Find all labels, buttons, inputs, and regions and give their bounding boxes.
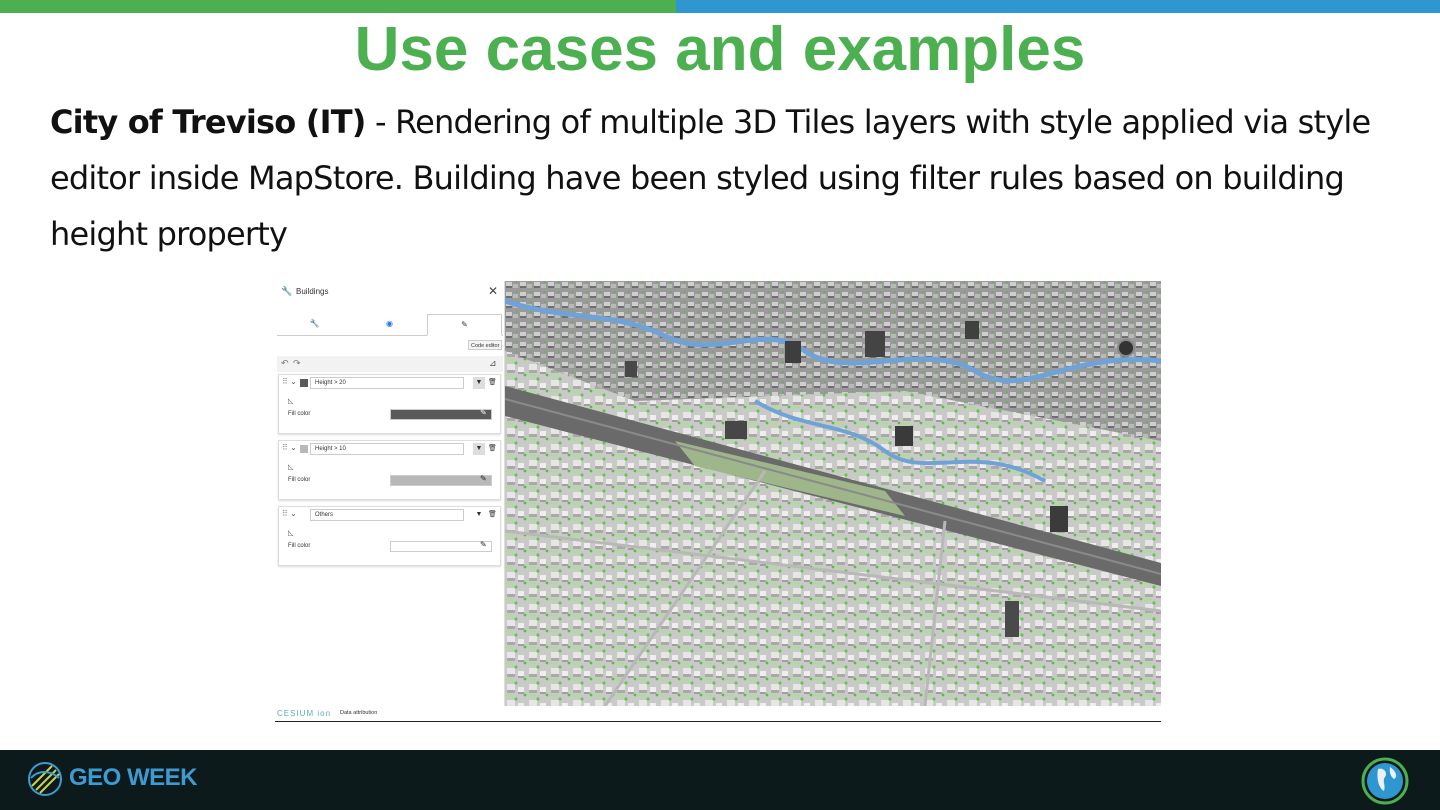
- polygon-symbol-icon: ◺: [288, 398, 294, 405]
- filter-icon[interactable]: ▼: [473, 377, 485, 389]
- fill-color-label: Fill color: [288, 477, 311, 483]
- cesium-logo: CESIUM ion: [277, 709, 332, 718]
- fill-color-field[interactable]: [390, 409, 492, 420]
- color-picker-icon[interactable]: ✎: [480, 474, 487, 483]
- fill-color-label: Fill color: [288, 543, 311, 549]
- tab-display[interactable]: ◉: [352, 314, 427, 336]
- rule-card: ⠿ ⌄ Others ▼ 🗑 ◺ Fill color ✎: [278, 506, 501, 566]
- panel-header: 🔧 Buildings ✕: [275, 281, 505, 305]
- city-3d-render: [505, 281, 1161, 706]
- rule-card: ⠿ ⌄ Height > 20 ▼ 🗑 ◺ Fill color ✎: [278, 374, 501, 434]
- eye-icon: ◉: [386, 319, 393, 328]
- mapstore-screenshot: 🔧 Buildings ✕ 🔧 ◉ ✎ Code editor ↶ ↷ ⊿ ⠿ …: [275, 281, 1161, 722]
- add-rule-icon[interactable]: ⊿: [489, 358, 497, 369]
- fill-color-field[interactable]: [390, 541, 492, 552]
- polygon-symbol-icon: ◺: [288, 464, 294, 471]
- redo-icon[interactable]: ↷: [293, 358, 301, 369]
- chevron-down-icon[interactable]: ⌄: [290, 377, 297, 386]
- geo-week-logo-icon: [28, 762, 62, 796]
- rule-name-input[interactable]: Others: [310, 509, 464, 521]
- fill-color-field[interactable]: [390, 475, 492, 486]
- map-statusbar: CESIUM ion Data attribution: [275, 706, 1161, 721]
- compass-icon: [1117, 339, 1135, 357]
- data-attribution-link[interactable]: Data attribution: [340, 710, 377, 716]
- globe-icon: [1361, 757, 1409, 805]
- rule-name-input[interactable]: Height > 20: [310, 377, 464, 389]
- undo-icon[interactable]: ↶: [281, 358, 289, 369]
- slide-footer: GEO WEEK: [0, 750, 1440, 810]
- rule-color-swatch: [300, 445, 308, 453]
- wrench-icon: 🔧: [309, 319, 320, 328]
- trash-icon[interactable]: 🗑: [488, 509, 497, 521]
- tab-style[interactable]: ✎: [427, 314, 502, 336]
- panel-tabs: 🔧 ◉ ✎: [277, 314, 503, 336]
- color-picker-icon[interactable]: ✎: [480, 408, 487, 417]
- style-toolbar: ↶ ↷ ⊿: [277, 356, 503, 372]
- tab-settings[interactable]: 🔧: [277, 314, 352, 336]
- rule-name-input[interactable]: Height > 10: [310, 443, 464, 455]
- chevron-down-icon[interactable]: ⌄: [290, 443, 297, 452]
- rule-color-swatch: [300, 379, 308, 387]
- slide-body: City of Treviso (IT) - Rendering of mult…: [50, 94, 1410, 262]
- filter-icon[interactable]: ▼: [473, 509, 485, 521]
- wrench-icon: 🔧: [281, 286, 293, 296]
- polygon-symbol-icon: ◺: [288, 530, 294, 537]
- trash-icon[interactable]: 🗑: [488, 377, 497, 389]
- rule-card: ⠿ ⌄ Height > 10 ▼ 🗑 ◺ Fill color ✎: [278, 440, 501, 500]
- brush-icon: ✎: [461, 320, 468, 329]
- color-picker-icon[interactable]: ✎: [480, 540, 487, 549]
- body-bold-lead: City of Treviso (IT): [50, 103, 366, 141]
- drag-handle-icon[interactable]: ⠿: [282, 443, 288, 452]
- panel-title: Buildings: [296, 287, 329, 296]
- filter-icon[interactable]: ▼: [473, 443, 485, 455]
- code-editor-tooltip: Code editor: [468, 340, 503, 350]
- slide-title: Use cases and examples: [354, 15, 1086, 84]
- style-editor-panel: 🔧 Buildings ✕ 🔧 ◉ ✎ Code editor ↶ ↷ ⊿ ⠿ …: [275, 281, 505, 706]
- drag-handle-icon[interactable]: ⠿: [282, 377, 288, 386]
- fill-color-label: Fill color: [288, 411, 311, 417]
- trash-icon[interactable]: 🗑: [488, 443, 497, 455]
- close-icon[interactable]: ✕: [488, 284, 498, 298]
- drag-handle-icon[interactable]: ⠿: [282, 509, 288, 518]
- chevron-down-icon[interactable]: ⌄: [290, 509, 297, 518]
- geo-week-brand: GEO WEEK: [69, 764, 198, 791]
- 3d-map-view[interactable]: [505, 281, 1161, 706]
